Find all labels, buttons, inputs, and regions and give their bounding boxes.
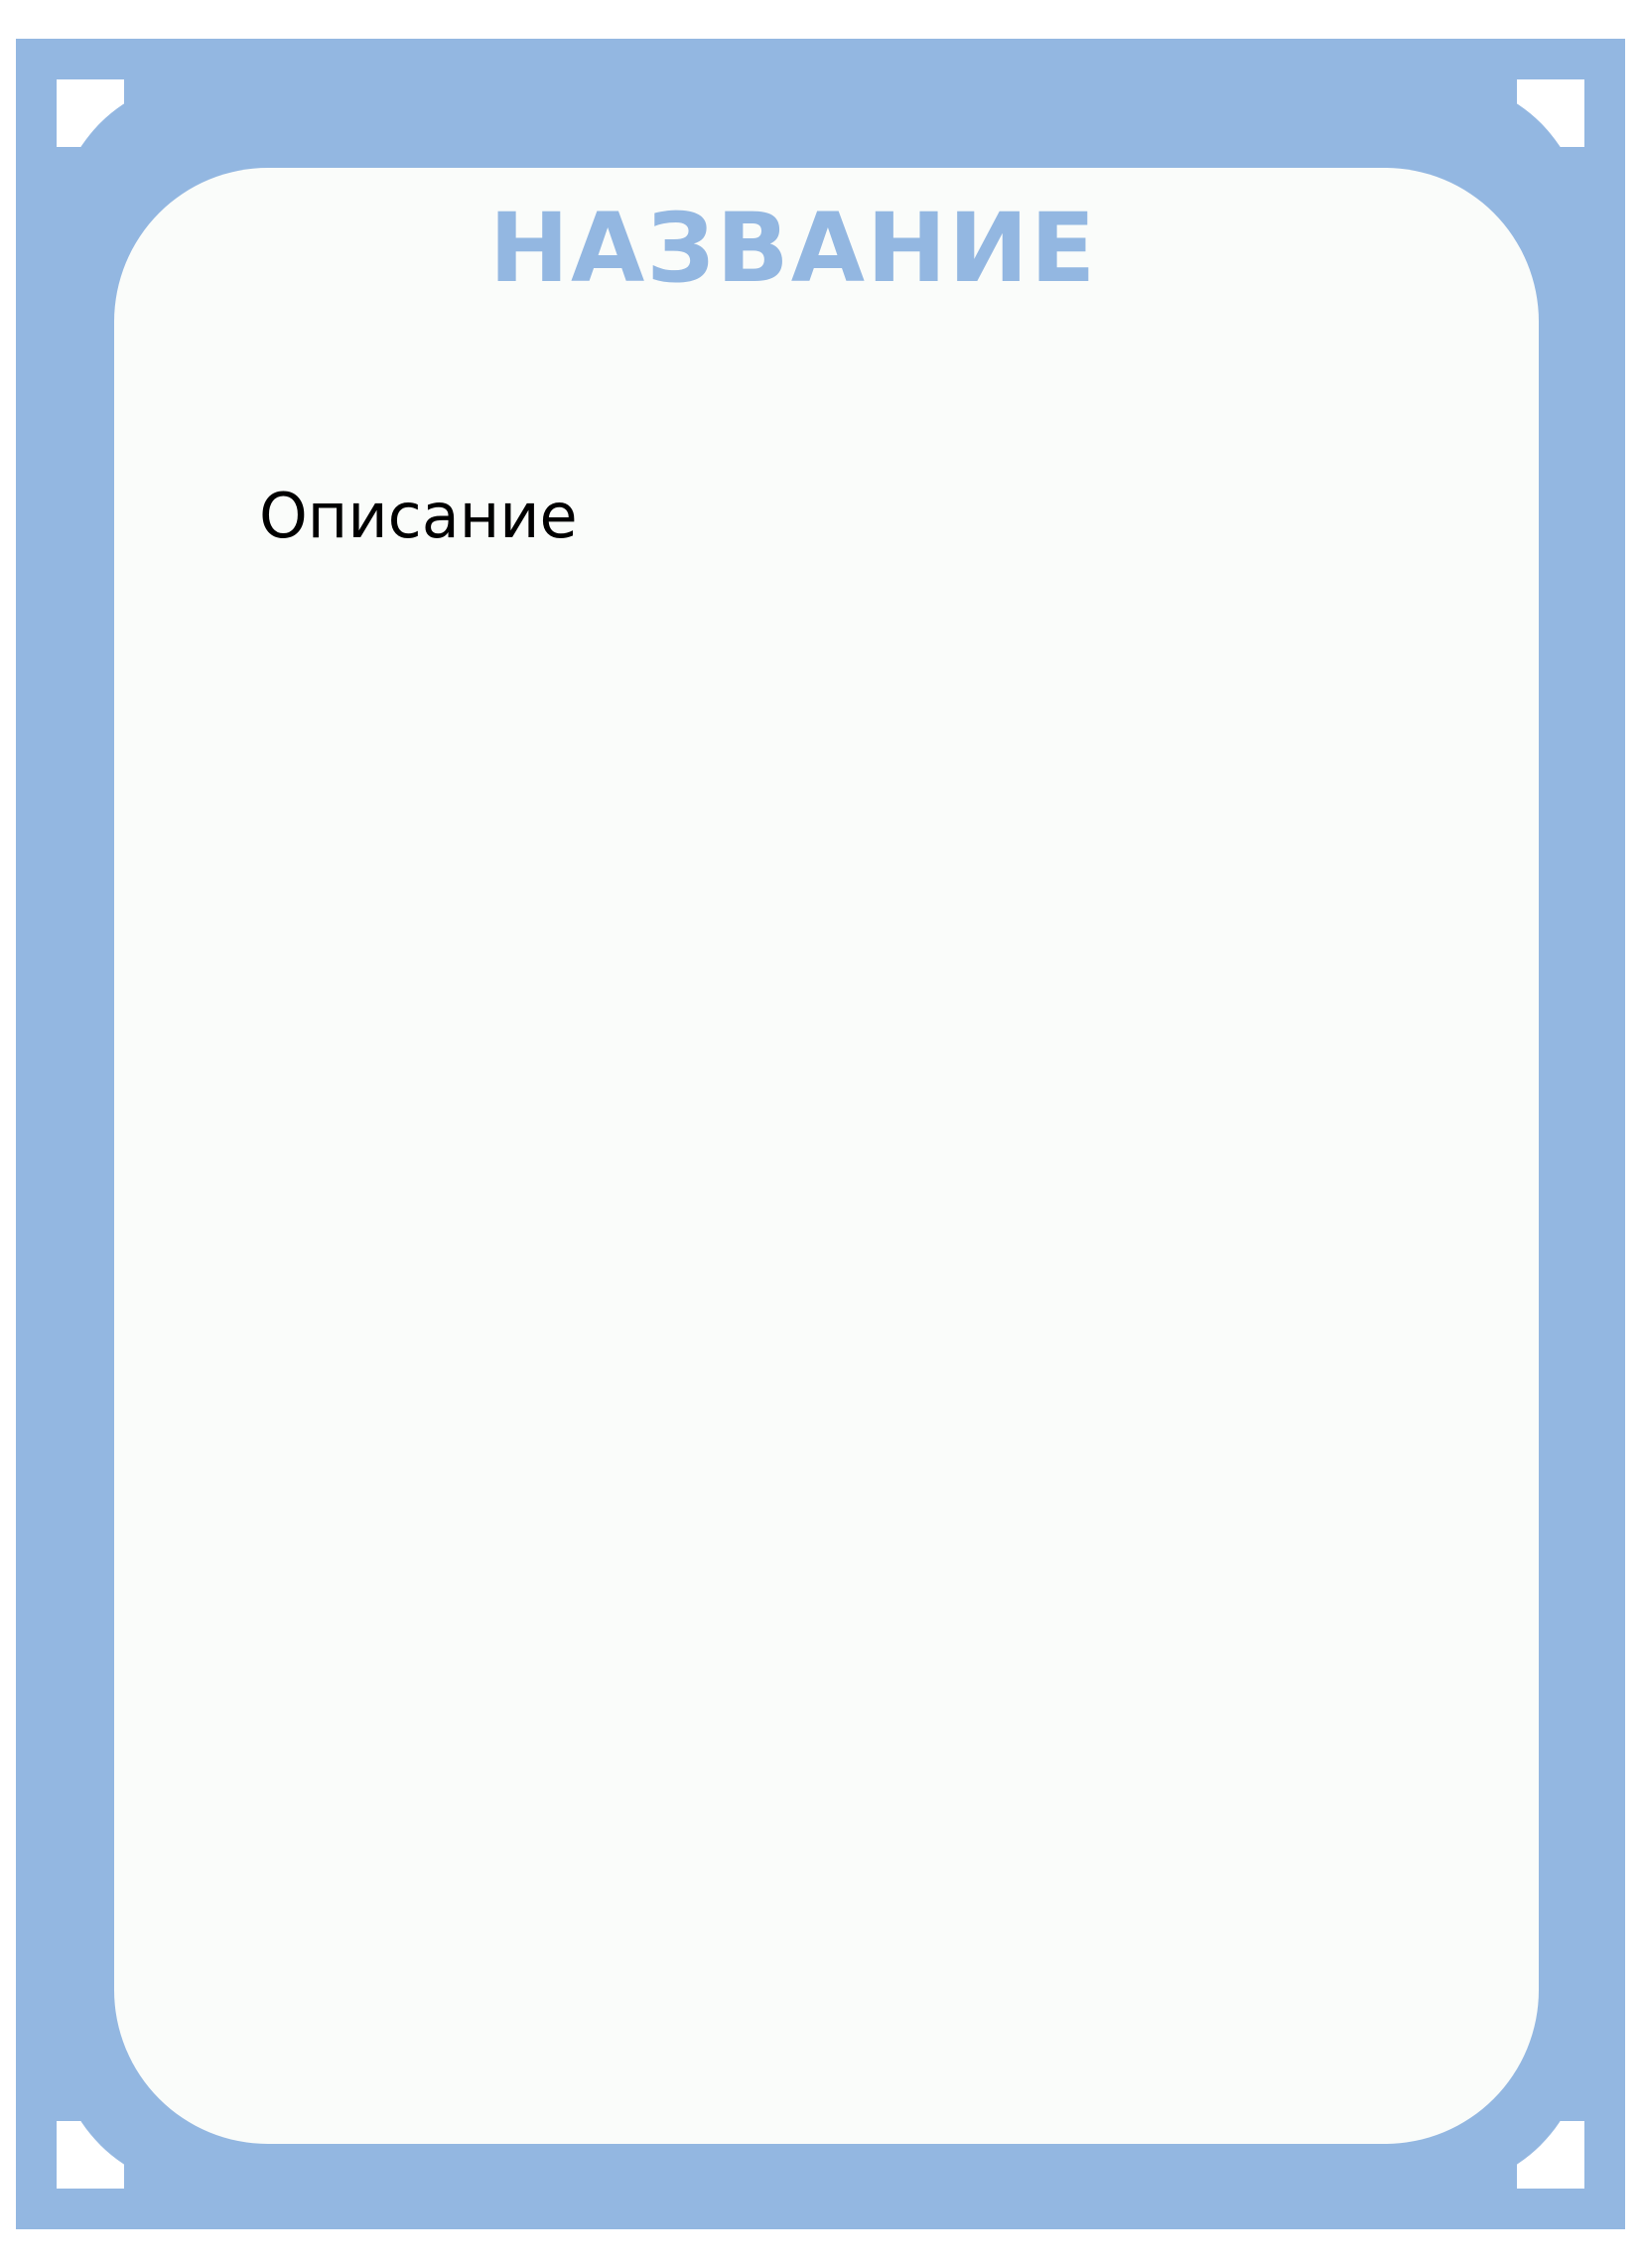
- card-page: НАЗВАНИЕ Описание: [0, 0, 1642, 2268]
- card-description: Описание: [259, 480, 578, 552]
- card-title: НАЗВАНИЕ: [488, 193, 1098, 304]
- corner-notch-bottom-right: [1517, 2121, 1584, 2189]
- corner-notch-top-left: [57, 79, 124, 147]
- corner-notch-top-right: [1517, 79, 1584, 147]
- card-frame: [16, 39, 1625, 2229]
- card-body: [114, 168, 1539, 2144]
- corner-notch-bottom-left: [57, 2121, 124, 2189]
